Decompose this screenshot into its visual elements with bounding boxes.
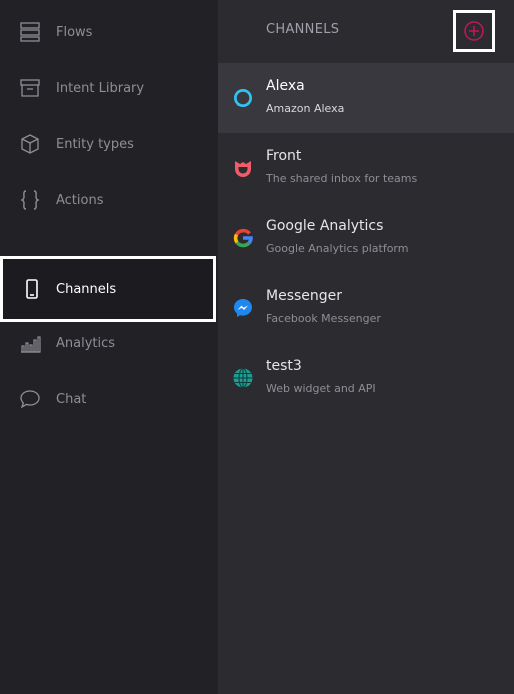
channel-name: test3	[266, 358, 302, 374]
plus-circle-icon	[463, 20, 485, 42]
page-title: CHANNELS	[266, 22, 340, 37]
sidebar-item-label: Flows	[56, 24, 93, 40]
channel-description: The shared inbox for teams	[266, 172, 418, 185]
alexa-icon	[232, 87, 254, 109]
channel-name: Front	[266, 148, 302, 164]
sidebar-item-label: Channels	[56, 281, 117, 297]
channel-item-messenger[interactable]: Messenger Facebook Messenger	[218, 273, 514, 343]
google-icon	[232, 227, 254, 249]
channel-description: Facebook Messenger	[266, 312, 381, 325]
channel-description: Google Analytics platform	[266, 242, 409, 255]
sidebar-item-intent-library[interactable]: Intent Library	[0, 60, 218, 116]
sidebar-item-label: Analytics	[56, 335, 116, 351]
channel-name: Messenger	[266, 288, 343, 304]
sidebar-item-label: Intent Library	[56, 80, 145, 96]
cube-icon	[18, 132, 42, 156]
braces-icon	[18, 188, 42, 212]
channels-panel: CHANNELS Alexa Amazon Alexa Front The sh…	[218, 0, 514, 694]
sidebar: Flows Intent Library Entity types Action…	[0, 0, 218, 694]
phone-icon	[20, 277, 44, 301]
channel-item-front[interactable]: Front The shared inbox for teams	[218, 133, 514, 203]
sidebar-item-label: Chat	[56, 391, 87, 407]
sidebar-item-entity-types[interactable]: Entity types	[0, 116, 218, 172]
sidebar-item-label: Entity types	[56, 136, 134, 152]
sidebar-item-chat[interactable]: Chat	[0, 371, 218, 427]
channel-description: Web widget and API	[266, 382, 376, 395]
channel-item-google-analytics[interactable]: Google Analytics Google Analytics platfo…	[218, 203, 514, 273]
sidebar-item-label: Actions	[56, 192, 104, 208]
sidebar-item-analytics[interactable]: Analytics	[0, 315, 218, 371]
front-icon	[232, 157, 254, 179]
bar-chart-icon	[18, 331, 42, 355]
sidebar-item-channels[interactable]: Channels	[0, 256, 216, 322]
channel-description: Amazon Alexa	[266, 102, 345, 115]
channels-header: CHANNELS	[218, 0, 514, 62]
channel-item-test3[interactable]: test3 Web widget and API	[218, 343, 514, 413]
channel-item-alexa[interactable]: Alexa Amazon Alexa	[218, 63, 514, 133]
channel-name: Google Analytics	[266, 218, 384, 234]
messenger-icon	[232, 297, 254, 319]
flows-icon	[18, 20, 42, 44]
sidebar-item-flows[interactable]: Flows	[0, 4, 218, 60]
add-channel-button[interactable]	[453, 10, 495, 52]
channel-name: Alexa	[266, 78, 305, 94]
archive-icon	[18, 76, 42, 100]
sidebar-item-actions[interactable]: Actions	[0, 172, 218, 228]
globe-icon	[232, 367, 254, 389]
speech-bubble-icon	[18, 387, 42, 411]
